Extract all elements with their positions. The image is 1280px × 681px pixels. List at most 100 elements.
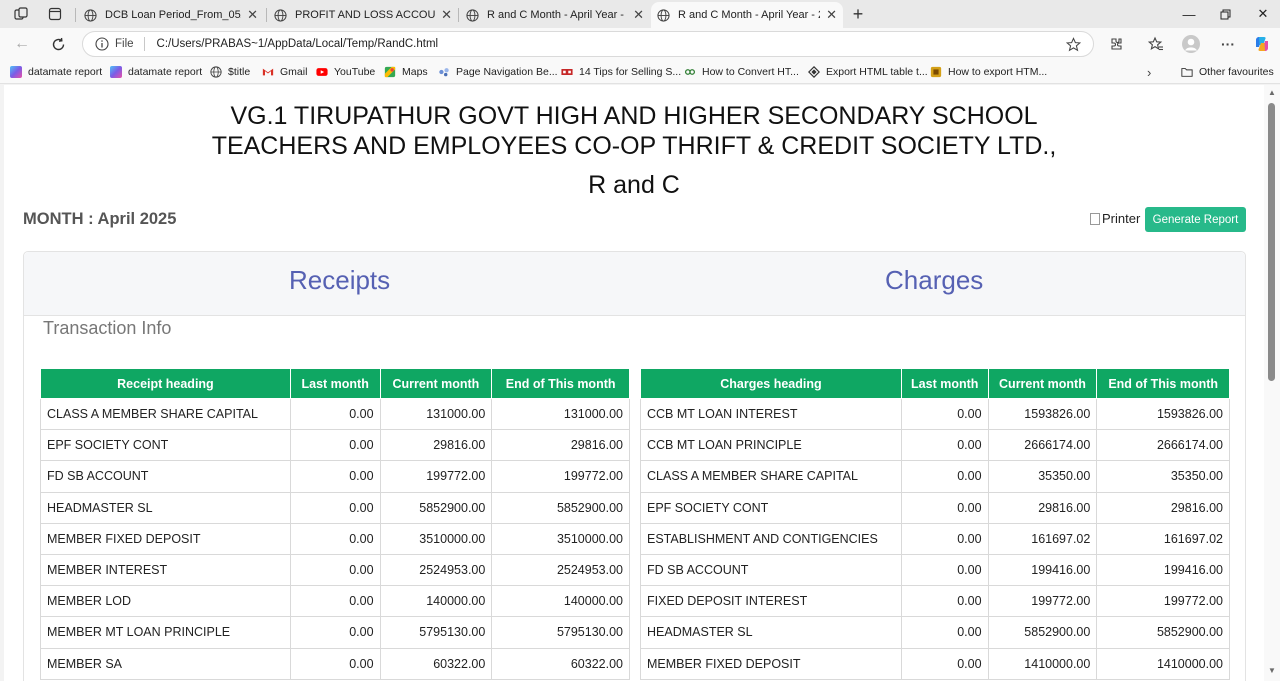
favorite-star-icon[interactable]	[1066, 36, 1081, 52]
new-tab-icon[interactable]: +	[847, 4, 869, 24]
last-month-cell: 0.00	[289, 647, 381, 680]
receipt-heading-cell: MEMBER SA	[40, 647, 291, 680]
broken-image-icon	[1090, 212, 1100, 225]
table-row: MEMBER SA 0.00 60322.00 60322.00	[40, 647, 630, 680]
globe-icon	[657, 8, 670, 22]
end-of-month-cell: 2524953.00	[491, 553, 630, 587]
folder-icon	[1181, 68, 1193, 77]
bookmark-label: Gmail	[280, 66, 308, 78]
workspaces-icon[interactable]	[10, 4, 32, 24]
close-tab-icon[interactable]: ✕	[633, 7, 644, 23]
datamate-icon	[110, 66, 122, 78]
favorites-icon[interactable]	[1146, 34, 1166, 54]
close-tab-icon[interactable]: ✕	[441, 7, 452, 23]
charges-header-row: Charges heading Last month Current month…	[640, 368, 1230, 399]
extensions-icon[interactable]	[1106, 34, 1126, 54]
browser-tab-3[interactable]: R and C Month - April Year - 2025 ✕	[460, 2, 650, 28]
youtube-icon	[316, 68, 328, 76]
back-icon[interactable]: ←	[10, 33, 34, 55]
column-header[interactable]: Last month	[289, 368, 381, 399]
current-month-cell: 1593826.00	[987, 397, 1098, 431]
column-header[interactable]: Receipt heading	[40, 368, 291, 399]
bookmark-export-html-table[interactable]: Export HTML table t...	[808, 64, 928, 80]
bookmark-youtube[interactable]: YouTube	[316, 64, 375, 80]
datamate-icon	[10, 66, 22, 78]
other-favourites[interactable]: Other favourites	[1181, 64, 1274, 80]
gmail-icon	[262, 68, 274, 76]
column-header[interactable]: Charges heading	[640, 368, 902, 399]
scrollbar-thumb[interactable]	[1268, 103, 1275, 381]
url-text[interactable]: C:/Users/PRABAS~1/AppData/Local/Temp/Ran…	[157, 38, 1066, 50]
table-row: MEMBER FIXED DEPOSIT 0.00 1410000.00 141…	[640, 647, 1230, 680]
tab-title: R and C Month - April Year - 2025	[678, 9, 820, 21]
charges-heading-cell: CCB MT LOAN PRINCIPLE	[640, 429, 902, 462]
bookmark-label: How to Convert HT...	[702, 66, 799, 78]
charges-heading-cell: FD SB ACCOUNT	[640, 553, 902, 587]
column-header[interactable]: End of This month	[1096, 368, 1230, 399]
current-month-cell: 131000.00	[379, 397, 493, 431]
bookmark-how-to-export[interactable]: How to export HTM...	[930, 64, 1047, 80]
current-month-cell: 29816.00	[987, 491, 1098, 524]
page-content: VG.1 TIRUPATHUR GOVT HIGH AND HIGHER SEC…	[4, 85, 1264, 681]
tab-title: PROFIT AND LOSS ACCOUNT FOR	[295, 9, 436, 21]
close-window-icon[interactable]: ✕	[1248, 4, 1278, 24]
current-month-cell: 29816.00	[379, 429, 493, 462]
browser-tab-1[interactable]: DCB Loan Period_From_05/08/20 ✕	[78, 2, 264, 28]
bookmark-datamate-report-1[interactable]: datamate report	[10, 64, 102, 80]
page-icon	[439, 68, 449, 77]
close-tab-icon[interactable]: ✕	[826, 7, 837, 23]
generate-report-button[interactable]: Generate Report	[1145, 207, 1246, 232]
printer-image[interactable]: Printer	[1090, 211, 1140, 226]
charges-heading-cell: ESTABLISHMENT AND CONTIGENCIES	[640, 522, 902, 555]
bookmark-maps[interactable]: Maps	[384, 64, 428, 80]
globe-icon	[274, 8, 287, 22]
info-icon[interactable]	[95, 37, 109, 51]
last-month-cell: 0.00	[900, 647, 989, 680]
browser-tab-4-active[interactable]: R and C Month - April Year - 2025 ✕	[651, 2, 843, 28]
bookmark-label: Page Navigation Be...	[456, 66, 558, 78]
last-month-cell: 0.00	[289, 522, 381, 555]
scroll-down-arrow-icon[interactable]: ▼	[1267, 667, 1277, 675]
address-bar[interactable]: File C:/Users/PRABAS~1/AppData/Local/Tem…	[82, 31, 1094, 57]
current-month-cell: 1410000.00	[987, 647, 1098, 680]
last-month-cell: 0.00	[289, 429, 381, 462]
bookmark-page-navigation[interactable]: Page Navigation Be...	[438, 64, 558, 80]
last-month-cell: 0.00	[289, 491, 381, 524]
table-row: CLASS A MEMBER SHARE CAPITAL 0.00 35350.…	[640, 460, 1230, 493]
scroll-up-arrow-icon[interactable]: ▲	[1267, 89, 1277, 97]
tab-actions-icon[interactable]	[44, 4, 66, 24]
minimize-icon[interactable]: —	[1174, 4, 1204, 24]
close-tab-icon[interactable]: ✕	[247, 7, 258, 23]
chevron-right-icon[interactable]: ›	[1147, 64, 1151, 80]
table-row: MEMBER LOD 0.00 140000.00 140000.00	[40, 585, 630, 618]
last-month-cell: 0.00	[900, 553, 989, 587]
restore-icon[interactable]	[1210, 4, 1240, 24]
last-month-cell: 0.00	[900, 397, 989, 431]
receipt-heading-cell: MEMBER FIXED DEPOSIT	[40, 522, 291, 555]
bookmark-title[interactable]: $title	[210, 64, 250, 80]
profile-avatar-icon[interactable]	[1181, 34, 1201, 54]
column-header[interactable]: Current month	[379, 368, 493, 399]
bookmark-how-to-convert[interactable]: How to Convert HT...	[684, 64, 799, 80]
end-of-month-cell: 29816.00	[491, 429, 630, 462]
end-of-month-cell: 5795130.00	[491, 616, 630, 649]
bookmark-14-tips[interactable]: 14 Tips for Selling S...	[561, 64, 681, 80]
copilot-icon[interactable]	[1252, 34, 1272, 54]
current-month-cell: 5795130.00	[379, 616, 493, 649]
column-header[interactable]: Last month	[900, 368, 989, 399]
end-of-month-cell: 131000.00	[491, 397, 630, 431]
scheme-label: File	[115, 38, 134, 50]
browser-tab-2[interactable]: PROFIT AND LOSS ACCOUNT FOR ✕	[268, 2, 458, 28]
column-header[interactable]: End of This month	[491, 368, 630, 399]
table-row: ESTABLISHMENT AND CONTIGENCIES 0.00 1616…	[640, 522, 1230, 555]
more-menu-icon[interactable]: ···	[1218, 34, 1238, 54]
refresh-icon[interactable]	[46, 33, 70, 55]
bookmark-gmail[interactable]: Gmail	[262, 64, 307, 80]
end-of-month-cell: 1410000.00	[1096, 647, 1230, 680]
bookmark-datamate-report-2[interactable]: datamate report	[110, 64, 202, 80]
export-icon	[808, 66, 820, 78]
current-month-cell: 2666174.00	[987, 429, 1098, 462]
column-header[interactable]: Current month	[987, 368, 1098, 399]
end-of-month-cell: 5852900.00	[1096, 616, 1230, 649]
vertical-scrollbar[interactable]: ▲ ▼	[1264, 85, 1280, 681]
